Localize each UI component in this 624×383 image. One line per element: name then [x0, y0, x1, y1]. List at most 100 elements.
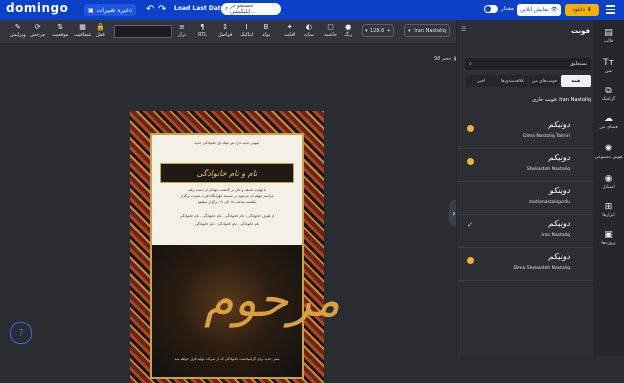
zoom-indicator[interactable]: حجم 98 ▦	[434, 56, 458, 62]
lock-icon: 🔒	[96, 23, 105, 31]
favorite-dot-icon[interactable]	[467, 257, 474, 264]
tool-align[interactable]: ≡ تراز	[178, 23, 186, 38]
tool-label: حاشیه	[324, 32, 337, 38]
rail-item-projects[interactable]: ▣ پروژه‌ها	[593, 230, 624, 246]
font-name: Dima Shekasteh Nastaliq	[513, 266, 570, 271]
template-icon: ▤	[604, 28, 613, 38]
tool-position[interactable]: ⇅ موقعیت	[52, 23, 68, 38]
italic-icon: I	[245, 23, 248, 31]
poster-content[interactable]: عیونی جدید دارد هر میلاد ای خانوادگی جدی…	[150, 133, 340, 379]
tool-shadow[interactable]: ◐ سایه	[304, 23, 314, 38]
search-input[interactable]: ⌕ جستجو در اپلیکیشن...	[221, 3, 281, 15]
tool-rtl[interactable]: ¶ RTL	[198, 23, 207, 38]
font-family-select[interactable]: ▾ Iran Nastaliq	[404, 24, 450, 37]
save-changes-button[interactable]: ▣ ذخیره تغییرات	[84, 4, 136, 16]
tool-rotate[interactable]: ⟳ چرخش	[30, 23, 45, 38]
poster-names-line-1[interactable]: از طرف خانوادگی : نام خانوادگی - نام خان…	[152, 214, 302, 218]
font-list: دونیکم Dima Nastaliq Tahriri دونیکم Shekast…	[457, 116, 594, 281]
edit-icon: ✎	[14, 23, 21, 31]
tool-color[interactable]: ● رنگ	[344, 23, 352, 38]
redo-icon[interactable]: ↷	[158, 4, 166, 16]
poster-caption[interactable]: متنی جدید برای گرامیداشت خانوادگی که از …	[152, 357, 302, 361]
rail-item-style[interactable]: ◉ استایل	[593, 174, 624, 190]
load-last-data-button[interactable]: Load Last Data	[174, 5, 225, 12]
font-search-input[interactable]: ⌕ نستعلیق	[465, 58, 591, 70]
font-family-value: Iran Nastaliq	[414, 27, 446, 34]
tool-label: RTL	[198, 32, 207, 38]
tool-transparency[interactable]: ▦ شفافیت	[74, 23, 91, 38]
tool-label: فواصل	[218, 32, 233, 38]
poster-title[interactable]: نام و نام خانوادگی	[160, 163, 294, 183]
tool-lock[interactable]: 🔒 قفل	[96, 23, 105, 38]
menu-icon[interactable]	[606, 5, 615, 14]
save-changes-label: ذخیره تغییرات	[96, 6, 133, 14]
font-search-value: نستعلیق	[569, 61, 587, 67]
font-list-item[interactable]: دونیکم Shekasteh Nastaliq	[457, 149, 594, 182]
poster-names-line-2[interactable]: نام خانوادگی - نام خانوادگی - نام خانواد…	[152, 222, 302, 226]
color-preview[interactable]	[114, 25, 172, 38]
rail-item-graphics[interactable]: ⧉ گرافیک	[593, 86, 624, 102]
poster-image-area[interactable]: مرحوم متنی جدید برای گرامیداشت خانوادگی …	[152, 245, 340, 377]
poster-text-area: عیونی جدید دارد هر میلاد ای خانوادگی جدی…	[152, 135, 302, 245]
poster-body-line-3[interactable]: یکشنبه ساعت ۱۸ الی ۱۹ برگزار میشود	[152, 200, 302, 204]
font-size-stepper[interactable]: ▾ 128.6 +	[362, 24, 394, 37]
search-icon[interactable]: ⌕	[469, 61, 472, 67]
rail-item-cloud-upload[interactable]: ☁ فضای من	[593, 114, 624, 130]
tool-effect[interactable]: ✦ افکت	[284, 23, 295, 38]
graphics-icon: ⧉	[605, 86, 612, 96]
tool-border[interactable]: ▢ حاشیه	[324, 23, 337, 38]
help-button[interactable]: ?	[10, 322, 32, 344]
poster-top-text[interactable]: عیونی جدید دارد هر میلاد ای خانوادگی جدی…	[152, 141, 302, 145]
rail-item-text[interactable]: Tт متن	[593, 58, 624, 74]
rail-item-label: متن	[604, 69, 613, 74]
tab-all[interactable]: همه	[560, 75, 591, 87]
preview-label: نمایش آنلاین	[520, 7, 549, 13]
tool-label: قفل	[96, 32, 105, 38]
tool-label: چرخش	[30, 32, 46, 38]
cloud-upload-icon: ☁	[604, 114, 613, 124]
calligraphy-text[interactable]: مرحوم	[204, 270, 340, 340]
ai-icon: ✺	[604, 144, 613, 154]
tab-my-fonts[interactable]: فونت‌های من	[529, 75, 560, 87]
tool-italic[interactable]: I ایتالیک	[240, 23, 253, 38]
position-icon: ⇅	[57, 23, 64, 31]
color-icon: ●	[345, 23, 352, 31]
online-preview-button[interactable]: نمایش آنلاین 👁	[517, 4, 561, 16]
tool-edit[interactable]: ✎ ویرایش	[10, 23, 26, 38]
toggle-switch[interactable]	[484, 5, 498, 13]
rail-item-label: استایل	[602, 185, 615, 190]
value-toggle[interactable]: مقدار	[484, 5, 514, 13]
tab-recent[interactable]: اخیر	[466, 75, 497, 87]
undo-icon[interactable]: ↶	[146, 4, 154, 16]
favorite-dot-icon[interactable]	[467, 125, 474, 132]
font-sample: دونیکم	[548, 153, 570, 162]
design-canvas[interactable]: عیونی جدید دارد هر میلاد ای خانوادگی جدی…	[0, 44, 456, 383]
rail-item-label: قالب	[603, 39, 614, 44]
font-list-item[interactable]: دونیکم Iran Nastaliq ✓	[457, 215, 594, 248]
tab-favorites[interactable]: علاقه‌مندی‌ها	[497, 75, 528, 87]
tool-label: ایتالیک	[240, 32, 254, 38]
poster-body-line-2[interactable]: مراسم چهلم آن مرحوم در مسجد جهرانگاه قرب…	[152, 194, 302, 198]
tool-bold[interactable]: B بولد	[262, 23, 270, 38]
download-button[interactable]: دانلود ⬇	[565, 4, 599, 16]
favorite-dot-icon[interactable]	[467, 158, 474, 165]
poster-body-line-1[interactable]: با نهایت تاسف و تاثر در گذشت جوانان از د…	[152, 188, 302, 192]
font-list-item[interactable]: دونیکم Dima Shekasteh Nastaliq	[457, 248, 594, 281]
font-list-item[interactable]: دوینکو motionastaliqurdu	[457, 182, 594, 215]
font-list-item[interactable]: دونیکم Dima Nastaliq Tahriri	[457, 116, 594, 149]
rtl-icon: ¶	[200, 23, 205, 31]
toggle-label: مقدار	[501, 6, 514, 12]
font-size-plus-icon[interactable]: +	[387, 28, 391, 34]
shadow-icon: ◐	[305, 23, 312, 31]
panel-title: فونت	[570, 27, 590, 35]
tool-spacing[interactable]: ↕ فواصل	[218, 23, 232, 38]
font-size-value: 128.6	[369, 27, 385, 34]
poster[interactable]: عیونی جدید دارد هر میلاد ای خانوادگی جدی…	[130, 111, 340, 383]
rail-item-tools[interactable]: ⊞ ابزارها	[593, 202, 624, 218]
font-panel: ☰ فونت ⌕ نستعلیق اخیر علاقه‌مندی‌ها فونت…	[456, 20, 594, 356]
font-size-dropdown-icon[interactable]: ▾	[365, 28, 368, 34]
rail-item-template[interactable]: ▤ قالب	[593, 28, 624, 44]
rail-item-ai[interactable]: ✺ هوش مصنوعی	[593, 144, 624, 160]
bold-icon: B	[263, 23, 269, 31]
top-bar: domingo ▣ ذخیره تغییرات ↶ ↷ Load Last Da…	[0, 0, 624, 20]
